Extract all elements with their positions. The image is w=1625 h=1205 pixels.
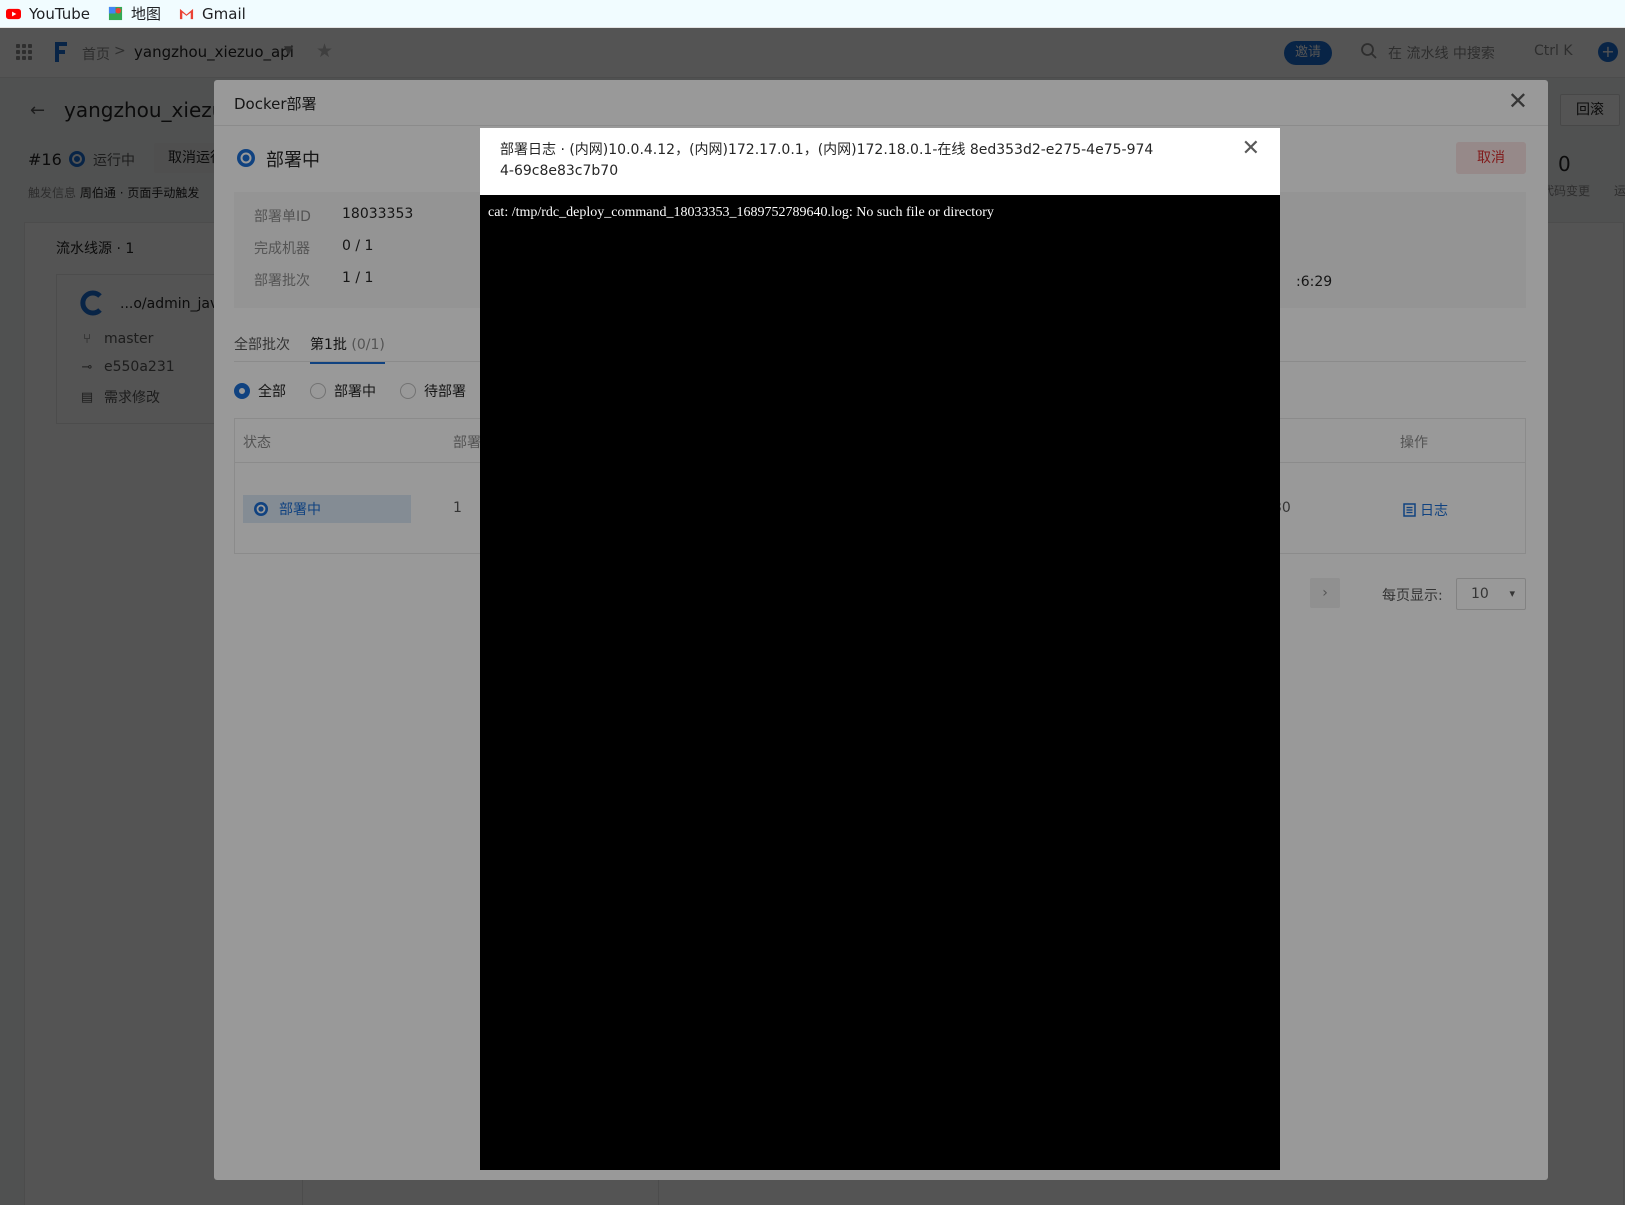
bookmark-label: Gmail [202,4,246,23]
bookmarks-bar: YouTube 地图 Gmail [0,0,1625,28]
modal-header: 部署日志 · (内网)10.0.4.12，(内网)172.17.0.1，(内网)… [480,128,1280,195]
maps-icon [108,6,123,21]
youtube-icon [6,8,21,20]
bookmark-youtube[interactable]: YouTube [6,5,90,23]
bookmark-maps[interactable]: 地图 [108,3,161,24]
gmail-icon [179,8,194,20]
close-icon[interactable]: ✕ [1242,136,1260,162]
bookmark-gmail[interactable]: Gmail [179,5,246,23]
modal-title: 部署日志 · (内网)10.0.4.12，(内网)172.17.0.1，(内网)… [500,142,1154,179]
bookmark-label: YouTube [29,4,90,23]
log-line: cat: /tmp/rdc_deploy_command_18033353_16… [488,205,994,220]
bookmark-label: 地图 [131,5,162,23]
deploy-log-modal: 部署日志 · (内网)10.0.4.12，(内网)172.17.0.1，(内网)… [480,128,1280,1170]
log-console[interactable]: cat: /tmp/rdc_deploy_command_18033353_16… [480,195,1280,1170]
